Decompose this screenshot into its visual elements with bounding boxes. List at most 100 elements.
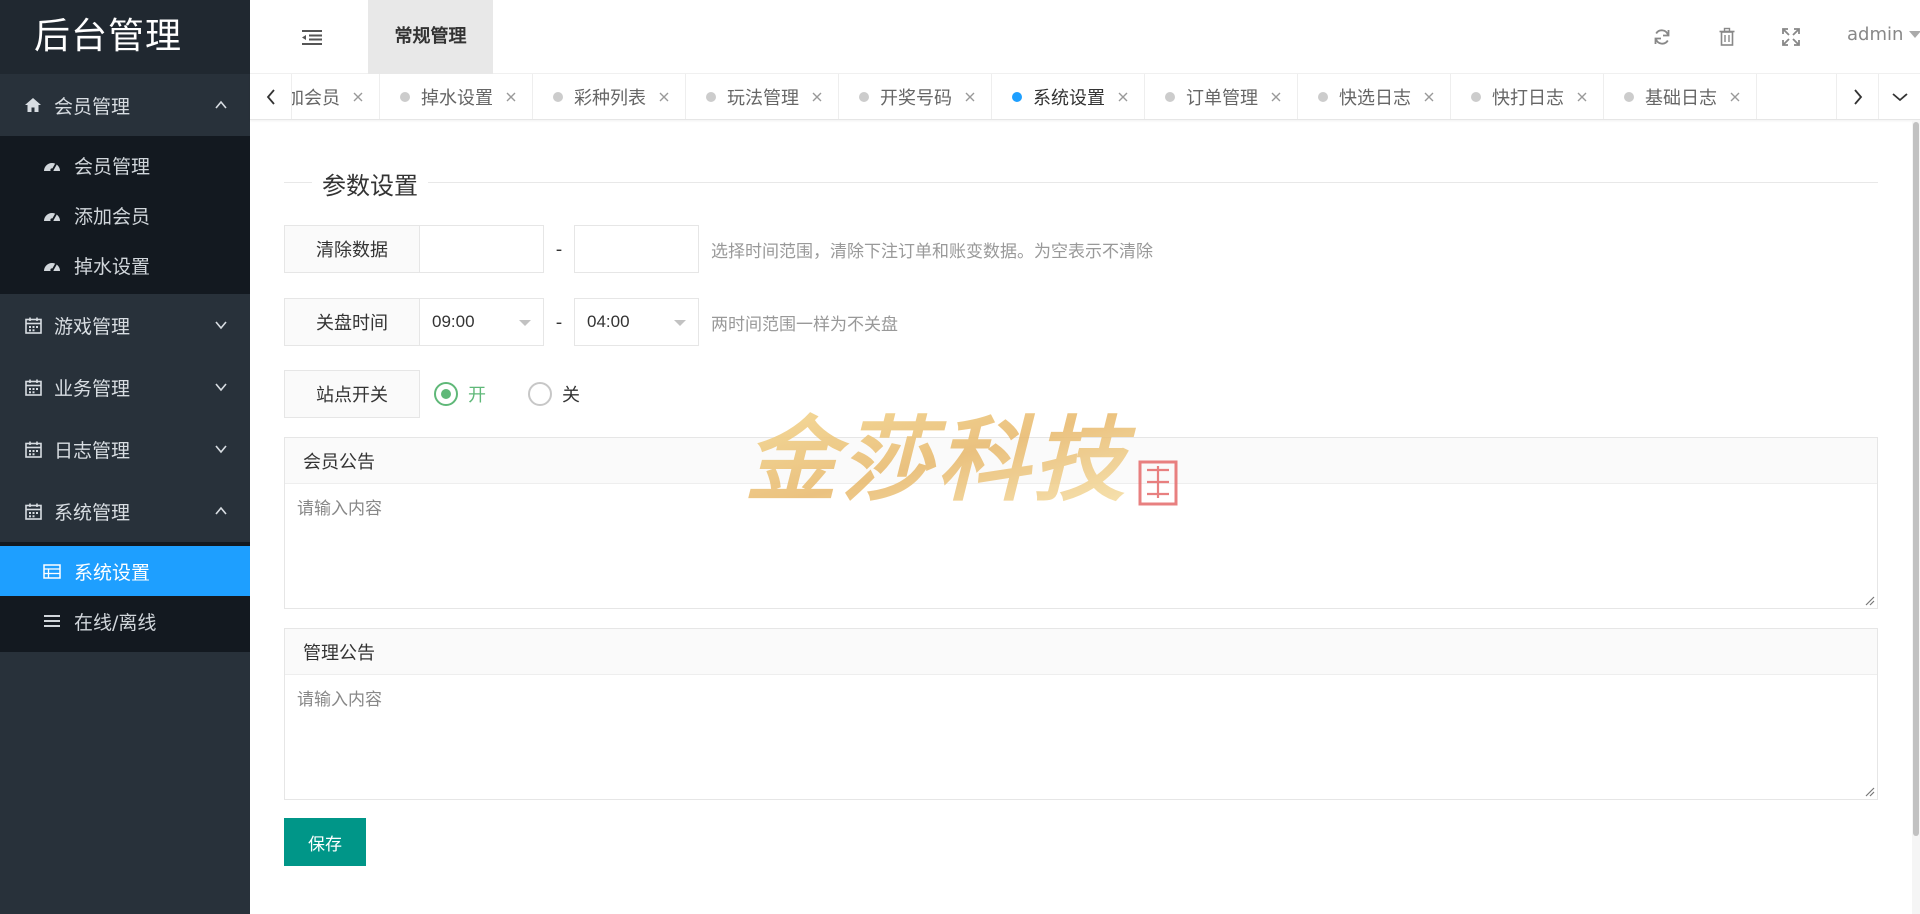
tab-dot-active: [1012, 92, 1022, 102]
tab-dot: [706, 92, 716, 102]
tab-draw-numbers[interactable]: 开奖号码: [839, 74, 992, 119]
sidebar-item-drop-setting[interactable]: 掉水设置: [0, 240, 250, 290]
sidebar-group-system[interactable]: 系统管理: [0, 480, 250, 542]
save-button[interactable]: 保存: [284, 818, 366, 866]
tab-basic-log[interactable]: 基础日志: [1604, 74, 1757, 119]
tab-add-member[interactable]: 加会员: [286, 74, 380, 119]
caret-down-icon: [674, 320, 686, 326]
tab-label: 开奖号码: [880, 88, 952, 109]
sidebar-subnav-system: 系统设置 在线/离线: [0, 542, 250, 652]
form-row-clear-data: 清除数据 - 选择时间范围，清除下注订单和账变数据。为空表示不清除: [284, 225, 1153, 273]
select-value: 04:00: [587, 312, 630, 331]
tab-quick-type-log[interactable]: 快打日志: [1451, 74, 1604, 119]
admin-notice-panel: 管理公告: [284, 628, 1878, 800]
radio-label: 关: [562, 385, 580, 406]
sidebar-group-business[interactable]: 业务管理: [0, 356, 250, 418]
caret-down-icon: [519, 320, 531, 326]
close-icon[interactable]: [964, 91, 976, 103]
close-time-start-select[interactable]: 09:00: [419, 298, 544, 346]
tab-quick-select-log[interactable]: 快选日志: [1298, 74, 1451, 119]
caret-down-icon: [1909, 31, 1920, 38]
tab-scroll-right-button[interactable]: [1836, 74, 1878, 119]
tab-order-manage[interactable]: 订单管理: [1145, 74, 1298, 119]
sidebar-item-add-member[interactable]: 添加会员: [0, 190, 250, 240]
resize-grip-icon[interactable]: [1863, 594, 1875, 606]
tab-dot: [859, 92, 869, 102]
site-switch-on-radio[interactable]: 开: [434, 381, 486, 407]
tab-list: 加会员 掉水设置 彩种列表 玩法管理 开奖号码 系统设置 订单管理 快选日志 快…: [286, 74, 1757, 119]
close-icon[interactable]: [1729, 91, 1741, 103]
close-time-label: 关盘时间: [284, 298, 420, 346]
admin-notice-label: 管理公告: [285, 629, 1877, 675]
trash-icon[interactable]: [1717, 27, 1737, 47]
range-separator: -: [555, 311, 563, 333]
close-time-end-select[interactable]: 04:00: [574, 298, 699, 346]
tab-drop-setting[interactable]: 掉水设置: [380, 74, 533, 119]
resize-grip-icon[interactable]: [1863, 785, 1875, 797]
tab-play-manage[interactable]: 玩法管理: [686, 74, 839, 119]
list-icon: [42, 562, 62, 580]
form-row-close-time: 关盘时间 09:00 - 04:00 两时间范围一样为不关盘: [284, 298, 898, 346]
radio-checked-icon: [434, 382, 458, 406]
scrollbar-thumb[interactable]: [1913, 122, 1919, 836]
sidebar-group-member[interactable]: 会员管理: [0, 74, 250, 136]
top-tab-general[interactable]: 常规管理: [368, 0, 493, 74]
radio-unchecked-icon: [528, 382, 552, 406]
calendar-icon: [24, 316, 42, 334]
chevron-left-icon: [266, 89, 275, 105]
tab-label: 基础日志: [1645, 88, 1717, 109]
chevron-right-icon: [1853, 89, 1862, 105]
close-icon[interactable]: [352, 91, 364, 103]
menu-icon: [42, 612, 62, 630]
section-divider: [284, 182, 1878, 183]
sidebar-group-game[interactable]: 游戏管理: [0, 294, 250, 356]
tab-scroll-left-button[interactable]: [250, 74, 292, 119]
tab-menu-button[interactable]: [1878, 74, 1920, 119]
sidebar-group-label: 游戏管理: [54, 315, 131, 338]
sidebar-item-system-settings[interactable]: 系统设置: [0, 546, 250, 596]
sidebar-group-log[interactable]: 日志管理: [0, 418, 250, 480]
member-notice-panel: 会员公告: [284, 437, 1878, 609]
close-icon[interactable]: [1423, 91, 1435, 103]
chevron-down-icon: [215, 445, 227, 454]
tab-system-settings[interactable]: 系统设置: [992, 74, 1145, 119]
user-menu[interactable]: admin: [1847, 24, 1920, 45]
member-notice-textarea[interactable]: [285, 484, 1877, 608]
close-icon[interactable]: [505, 91, 517, 103]
tab-lottery-list[interactable]: 彩种列表: [533, 74, 686, 119]
member-notice-label: 会员公告: [285, 438, 1877, 484]
close-icon[interactable]: [1270, 91, 1282, 103]
tab-label: 彩种列表: [574, 88, 646, 109]
clear-data-start-input[interactable]: [419, 225, 544, 273]
close-icon[interactable]: [658, 91, 670, 103]
sidebar-item-member-manage[interactable]: 会员管理: [0, 140, 250, 190]
chevron-down-icon: [215, 321, 227, 330]
chevron-up-icon: [215, 506, 227, 515]
tab-dot: [1471, 92, 1481, 102]
tab-label: 玩法管理: [727, 88, 799, 109]
tab-dot: [1165, 92, 1175, 102]
dashboard-icon: [42, 206, 62, 224]
sidebar-item-label: 添加会员: [74, 205, 151, 228]
fullscreen-icon[interactable]: [1781, 27, 1801, 47]
tab-label: 掉水设置: [421, 88, 493, 109]
refresh-icon[interactable]: [1652, 27, 1672, 47]
close-icon[interactable]: [1576, 91, 1588, 103]
close-icon[interactable]: [811, 91, 823, 103]
page-tab-bar: 加会员 掉水设置 彩种列表 玩法管理 开奖号码 系统设置 订单管理 快选日志 快…: [250, 74, 1920, 120]
clear-data-hint: 选择时间范围，清除下注订单和账变数据。为空表示不清除: [711, 241, 1153, 262]
menu-toggle-icon[interactable]: [302, 28, 322, 46]
sidebar-group-label: 业务管理: [54, 377, 131, 400]
sidebar: 后台管理 会员管理 会员管理 添加会员 掉水设置 游戏管理 业务管理 日志管理 …: [0, 0, 250, 914]
sidebar-item-online-offline[interactable]: 在线/离线: [0, 596, 250, 646]
tab-dot: [1318, 92, 1328, 102]
admin-notice-textarea[interactable]: [285, 675, 1877, 799]
sidebar-item-label: 系统设置: [74, 561, 151, 584]
close-icon[interactable]: [1117, 91, 1129, 103]
site-switch-off-radio[interactable]: 关: [528, 381, 580, 407]
range-separator: -: [555, 238, 563, 260]
sidebar-group-label: 日志管理: [54, 439, 131, 462]
sidebar-group-label: 系统管理: [54, 501, 131, 524]
calendar-icon: [24, 378, 42, 396]
clear-data-end-input[interactable]: [574, 225, 699, 273]
